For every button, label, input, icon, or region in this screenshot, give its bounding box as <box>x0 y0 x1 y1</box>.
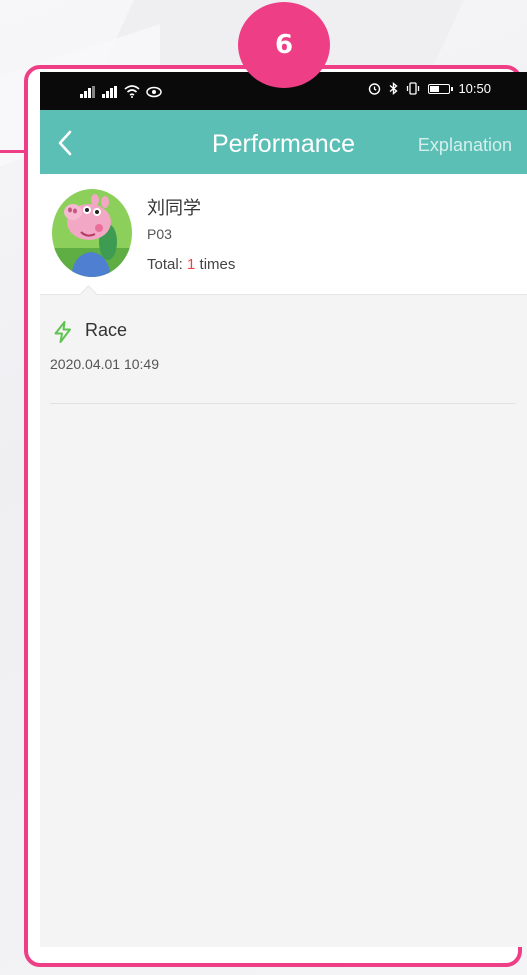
app-bar: Performance Explanation <box>40 110 527 174</box>
phone-screen: 10:50 Performance Explanation 刘同学 P03 To… <box>40 72 527 947</box>
record-time: 2020.04.01 10:49 <box>50 356 159 372</box>
vibrate-icon <box>407 82 420 95</box>
wifi-icon <box>124 85 140 98</box>
status-right-icons: 10:50 <box>368 81 491 96</box>
eye-icon <box>146 86 162 98</box>
alarm-icon <box>369 83 381 95</box>
list-item[interactable]: Race 2020.04.01 10:49 <box>50 310 518 404</box>
explanation-link[interactable]: Explanation <box>418 135 512 156</box>
bluetooth-icon <box>390 82 399 95</box>
cartoon-pig-avatar <box>52 189 132 277</box>
battery-level <box>430 85 440 92</box>
student-profile-card: 刘同学 P03 Total: 1 times <box>40 174 527 295</box>
lightning-icon <box>54 321 71 343</box>
total-label: Total: <box>147 256 183 273</box>
record-title: Race <box>85 320 128 340</box>
signal-icon <box>80 86 96 98</box>
total-count: 1 <box>187 256 196 273</box>
total-unit: times <box>199 256 236 273</box>
student-name: 刘同学 <box>147 198 201 218</box>
status-left-icons <box>80 84 162 98</box>
back-button[interactable] <box>50 126 80 160</box>
battery-icon <box>428 83 454 94</box>
total-times: Total: 1 times <box>147 256 235 273</box>
chevron-left-icon <box>58 130 72 156</box>
step-number-badge: 6 <box>238 2 330 88</box>
student-id: P03 <box>147 226 172 242</box>
divider <box>50 403 516 404</box>
signal-icon <box>102 86 118 98</box>
status-time: 10:50 <box>458 81 491 96</box>
